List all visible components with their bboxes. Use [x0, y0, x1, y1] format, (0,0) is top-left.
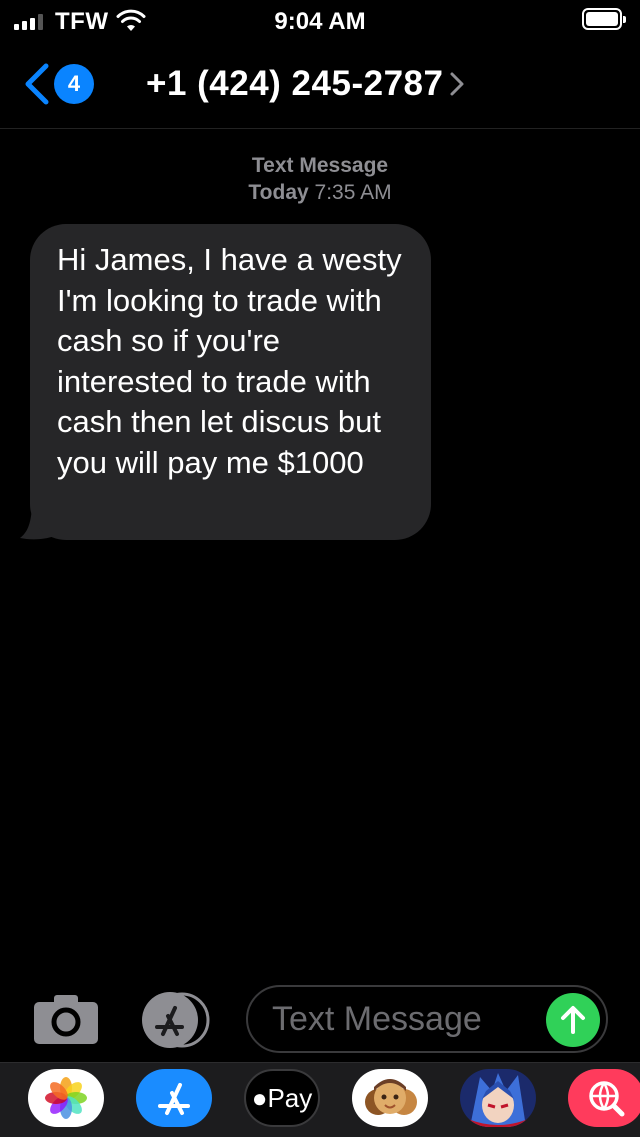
- arrow-up-icon: [561, 1006, 585, 1034]
- camera-icon[interactable]: [34, 994, 98, 1044]
- conversation-header: 4 +1 (424) 245-2787: [0, 40, 640, 129]
- status-time: 9:04 AM: [274, 8, 366, 35]
- message-input[interactable]: [272, 987, 522, 1051]
- contact-name: +1 (424) 245-2787: [146, 64, 444, 103]
- app-store-apps-button[interactable]: [138, 992, 212, 1048]
- apple-pay-icon[interactable]: ●Pay: [244, 1069, 320, 1127]
- message-input-container[interactable]: [246, 985, 608, 1053]
- message-text: Hi James, I have a westy I'm looking to …: [57, 242, 402, 480]
- message-timestamp: Today 7:35 AM: [0, 181, 640, 205]
- send-button[interactable]: [546, 993, 600, 1047]
- globe-search-icon[interactable]: [568, 1069, 640, 1127]
- back-chevron-icon[interactable]: [22, 62, 52, 106]
- timestamp-day: Today: [248, 181, 309, 204]
- app-store-icon[interactable]: [136, 1069, 212, 1127]
- apple-logo-icon: ●: [251, 1083, 268, 1113]
- chevron-right-icon: [450, 72, 464, 96]
- imessage-app-tray: ●Pay: [0, 1062, 640, 1137]
- incoming-message-bubble[interactable]: Hi James, I have a westy I'm looking to …: [30, 224, 431, 540]
- apple-pay-label: ●Pay: [251, 1083, 313, 1113]
- anime-character-icon[interactable]: [460, 1069, 536, 1127]
- photos-app-icon[interactable]: [28, 1069, 104, 1127]
- message-composer: [0, 980, 640, 1062]
- unread-count-badge[interactable]: 4: [54, 64, 94, 104]
- battery-icon: [582, 8, 626, 30]
- status-bar: TFW 9:04 AM: [0, 0, 640, 40]
- timestamp-time: 7:35 AM: [314, 181, 392, 204]
- message-type-label: Text Message: [251, 154, 389, 177]
- contact-details-button[interactable]: +1 (424) 245-2787: [146, 62, 465, 106]
- memoji-icon[interactable]: [352, 1069, 428, 1127]
